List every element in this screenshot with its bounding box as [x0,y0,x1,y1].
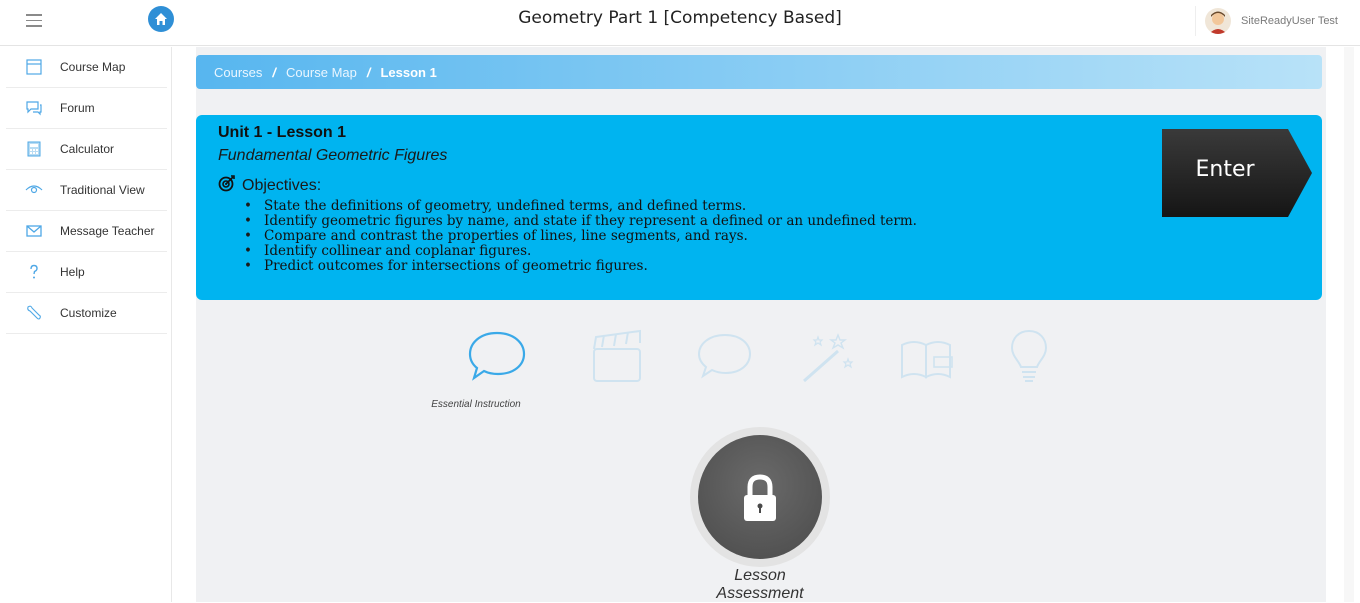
sidebar-item-message-teacher[interactable]: Message Teacher [6,211,167,252]
lesson-assessment-label: Lesson Assessment [684,567,836,603]
objective-item: State the definitions of geometry, undef… [240,199,917,215]
question-icon [24,262,44,282]
scrollbar[interactable] [1344,47,1354,602]
sidebar-item-label: Course Map [60,60,126,74]
user-menu[interactable]: SiteReadyUser Test [1204,6,1338,36]
lesson-card: Unit 1 - Lesson 1 Fundamental Geometric … [196,115,1322,300]
course-map-icon [24,57,44,77]
objective-item: Predict outcomes for intersections of ge… [240,259,917,275]
course-title: Geometry Part 1 [Competency Based] [518,8,842,28]
objective-item: Compare and contrast the properties of l… [240,229,917,245]
assessment-label-line1: Lesson [734,567,786,584]
wrench-icon [24,303,44,323]
sidebar-item-label: Customize [60,306,117,320]
sidebar-item-calculator[interactable]: Calculator [6,129,167,170]
enter-label: Enter [1195,157,1255,182]
objective-item: Identify geometric figures by name, and … [240,214,917,230]
sidebar-item-help[interactable]: Help [6,252,167,293]
speech-bubble-icon[interactable] [462,323,532,393]
activity-icons [432,323,1048,403]
avatar [1204,8,1231,34]
user-name: SiteReadyUser Test [1240,15,1338,27]
breadcrumb-separator: / [272,64,277,80]
breadcrumb: Courses / Course Map / Lesson 1 [196,55,1322,89]
main-content: Courses / Course Map / Lesson 1 Unit 1 -… [172,47,1360,602]
breadcrumb-separator: / [366,64,371,80]
top-bar: Geometry Part 1 [Competency Based] SiteR… [0,0,1360,46]
objectives-list: State the definitions of geometry, undef… [240,199,917,275]
sidebar-item-course-map[interactable]: Course Map [6,47,167,88]
book-icon[interactable] [892,323,962,393]
calculator-icon [24,139,44,159]
sidebar-item-customize[interactable]: Customize [6,293,167,334]
magic-wand-icon[interactable] [792,323,862,393]
enter-button[interactable]: Enter [1162,129,1312,217]
sidebar-item-forum[interactable]: Forum [6,88,167,129]
objectives-heading: Objectives: [218,174,321,197]
lesson-subtitle: Fundamental Geometric Figures [218,147,448,164]
sidebar-item-label: Calculator [60,142,115,156]
lesson-assessment-button[interactable] [690,427,830,567]
assessment-label-line2: Assessment [716,585,804,602]
clapperboard-icon[interactable] [582,323,652,393]
objectives-label: Objectives: [242,176,322,194]
breadcrumb-course-map[interactable]: Course Map [286,65,357,80]
envelope-icon [24,221,44,241]
sidebar-item-traditional-view[interactable]: Traditional View [6,170,167,211]
divider [1195,6,1196,36]
unit-title: Unit 1 - Lesson 1 [218,124,347,141]
breadcrumb-courses[interactable]: Courses [214,65,262,80]
speech-bubble-icon[interactable] [690,323,760,393]
lock-icon [744,474,776,521]
sidebar-item-label: Message Teacher [60,224,155,238]
target-icon [218,174,236,197]
sidebar-item-label: Help [60,265,85,279]
forum-icon [24,98,44,118]
essential-instruction-label: Essential Instruction [431,399,521,410]
breadcrumb-lesson: Lesson 1 [380,64,437,80]
sidebar-item-label: Forum [60,101,95,115]
lightbulb-icon[interactable] [994,323,1064,393]
sidebar: Course Map Forum Calculator Traditional … [0,47,172,602]
assessment-circle [698,435,822,559]
sidebar-item-label: Traditional View [60,183,145,197]
eye-icon [24,180,44,200]
objective-item: Identify collinear and coplanar figures. [240,244,917,260]
